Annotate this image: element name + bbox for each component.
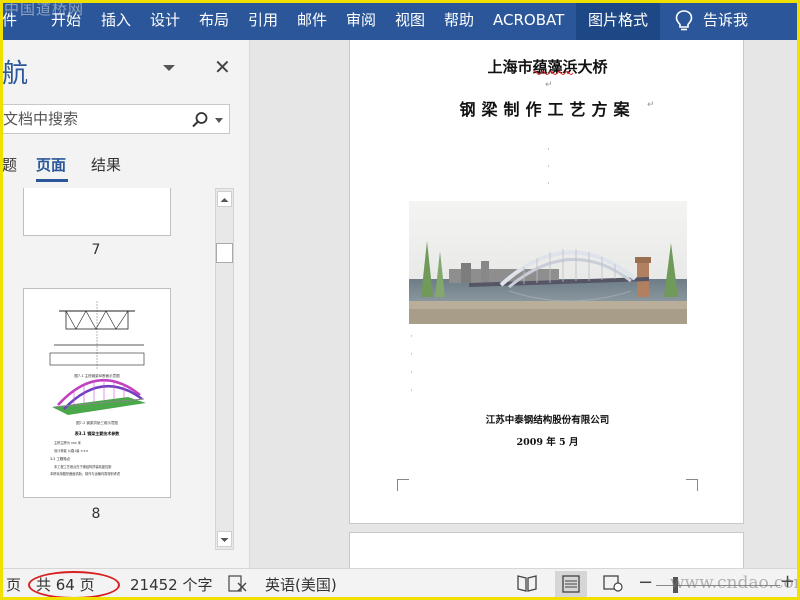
paragraph-mark: · <box>410 350 413 360</box>
status-bar: 页 共 64 页 21452 个字 英语(美国) − + www.cndao.c… <box>0 568 800 600</box>
document-page[interactable]: 上海市蕴藻浜大桥 钢梁制作工艺方案 ↵ ↵ · · · · · · · 江苏中泰… <box>349 40 744 524</box>
tab-view[interactable]: 视图 <box>395 0 425 40</box>
paragraph-mark: · <box>547 179 550 189</box>
search-options-chevron-icon[interactable] <box>215 118 223 123</box>
thumbnail-text-line: 3.2 工程特点 <box>50 456 71 461</box>
document-canvas[interactable]: 上海市蕴藻浜大桥 钢梁制作工艺方案 ↵ ↵ · · · · · · · 江苏中泰… <box>251 40 800 568</box>
thumbnail-page-content: 图7-1 主桥钢梁纵断面示意图 图7-2 钢梁拱肋三维示意图 表3.1 钢梁主要… <box>49 301 146 476</box>
document-page-next[interactable] <box>349 532 744 568</box>
page-thumbnail-8[interactable]: 图7-1 主桥钢梁纵断面示意图 图7-2 钢梁拱肋三维示意图 表3.1 钢梁主要… <box>23 288 171 498</box>
scrollbar-thumb[interactable] <box>216 243 233 263</box>
tab-layout[interactable]: 布局 <box>199 0 229 40</box>
paragraph-mark: ↵ <box>545 80 553 90</box>
tab-acrobat[interactable]: ACROBAT <box>493 0 564 40</box>
tell-me-box[interactable]: 告诉我 <box>703 0 748 40</box>
search-icon[interactable] <box>191 111 209 129</box>
company-name: 江苏中泰钢结构股份有限公司 <box>485 415 610 426</box>
language-indicator[interactable]: 英语(美国) <box>265 574 337 595</box>
paragraph-mark: · <box>547 145 550 155</box>
thumbnail-text-line: 本工程工艺难点在于钢结构拼装精度控制 <box>54 464 111 469</box>
thumbnail-caption-2: 图7-2 钢梁拱肋三维示意图 <box>76 420 118 425</box>
tab-results[interactable]: 结果 <box>91 154 121 175</box>
tab-mailings[interactable]: 邮件 <box>297 0 327 40</box>
zoom-out-button[interactable]: − <box>638 572 653 593</box>
thumbnail-heading: 表3.1 钢梁主要技术参数 <box>74 430 119 436</box>
tab-review[interactable]: 审阅 <box>346 0 376 40</box>
tab-home[interactable]: 开始 <box>51 0 81 40</box>
thumbnail-caption-1: 图7-1 主桥钢梁纵断面示意图 <box>74 373 120 378</box>
triangle-up-icon <box>220 198 229 202</box>
scroll-down-button[interactable] <box>217 531 232 547</box>
tab-pages[interactable]: 页面 <box>36 154 66 175</box>
print-layout-icon <box>562 575 580 593</box>
active-tab-indicator <box>36 179 68 182</box>
bridge-photo[interactable] <box>409 201 687 324</box>
highlight-circle <box>28 571 120 599</box>
tab-file[interactable]: 件 <box>2 0 17 40</box>
document-subtitle: 钢梁制作工艺方案 <box>459 100 636 119</box>
search-input[interactable] <box>3 109 183 129</box>
navigation-pane-title: 航 <box>2 59 29 89</box>
paragraph-mark: · <box>410 386 413 396</box>
paragraph-mark: ↵ <box>647 100 655 110</box>
spellcheck-underline <box>533 71 574 75</box>
word-count[interactable]: 21452 个字 <box>130 574 213 595</box>
thumbnail-text-line: 本桥采用箱形截面拱肋，制作与运输均需特别考虑 <box>50 471 121 476</box>
tab-insert[interactable]: 插入 <box>101 0 131 40</box>
tab-help[interactable]: 帮助 <box>444 0 474 40</box>
triangle-down-icon <box>220 538 229 542</box>
crop-mark <box>686 479 698 491</box>
tab-design[interactable]: 设计 <box>150 0 180 40</box>
tab-headings[interactable]: 题 <box>2 154 17 175</box>
ribbon-tab-bar: 中国道桥网 件 开始 插入 设计 布局 引用 邮件 审阅 视图 帮助 ACROB… <box>0 0 800 40</box>
lightbulb-icon[interactable] <box>673 9 695 33</box>
print-layout-button[interactable] <box>555 571 587 597</box>
paragraph-mark: · <box>547 162 550 172</box>
thumbnail-page-number: 7 <box>91 242 101 258</box>
tab-references[interactable]: 引用 <box>248 0 278 40</box>
thumbnail-scrollbar[interactable] <box>215 188 234 550</box>
paragraph-mark: · <box>410 368 413 378</box>
scroll-up-button[interactable] <box>217 191 232 207</box>
thumbnail-text-line: 设计荷载 公路-I级 ××× <box>54 448 89 453</box>
document-date: 2009 年 5 月 <box>516 437 579 448</box>
tab-picture-format[interactable]: 图片格式 <box>576 0 661 40</box>
page-indicator[interactable]: 页 <box>6 574 21 595</box>
navigation-pane: 航 ✕ 题 页面 结果 7 图7-1 主桥钢梁纵断面示意图 <box>0 40 250 568</box>
site-watermark-url: www.cndao.com <box>670 573 800 593</box>
thumbnail-page-number: 8 <box>91 506 101 522</box>
paragraph-mark: · <box>410 332 413 342</box>
read-mode-icon[interactable] <box>516 573 538 593</box>
search-box <box>0 104 230 134</box>
proofing-icon[interactable] <box>228 575 248 593</box>
close-icon[interactable]: ✕ <box>214 57 231 77</box>
web-layout-icon[interactable] <box>602 573 624 593</box>
thumbnail-text-line: 主桥主跨为 xxx 米 <box>54 440 82 445</box>
crop-mark <box>397 479 409 491</box>
page-thumbnail-7[interactable] <box>23 188 171 236</box>
pane-options-dropdown-icon[interactable] <box>162 64 176 72</box>
